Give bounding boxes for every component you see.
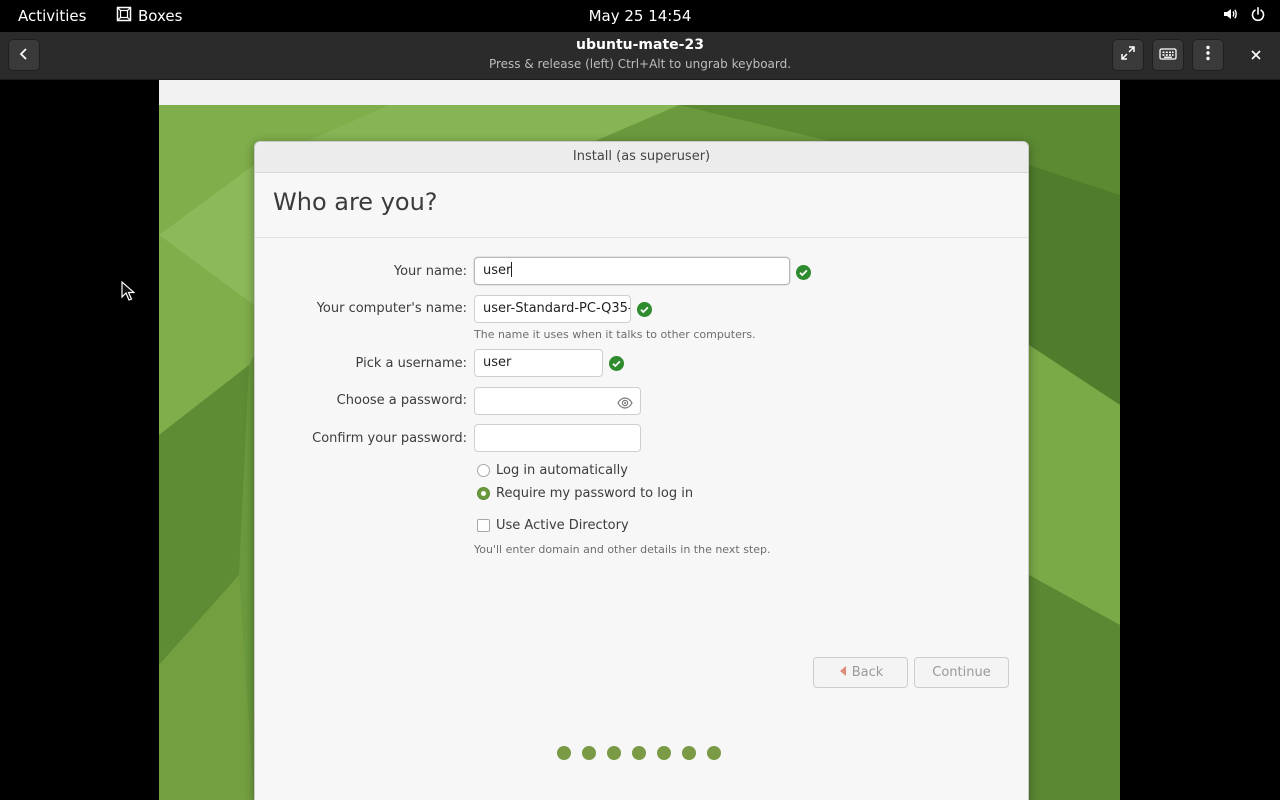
- login-automatically-label: Log in automatically: [496, 463, 628, 478]
- show-password-icon[interactable]: [617, 394, 633, 414]
- app-menu-label: Boxes: [138, 7, 183, 25]
- progress-dot: [632, 746, 646, 760]
- progress-dot: [657, 746, 671, 760]
- progress-dot: [607, 746, 621, 760]
- fullscreen-icon: [1120, 45, 1136, 65]
- confirm-password-label: Confirm your password:: [312, 431, 467, 446]
- check-circle-icon: [796, 265, 811, 280]
- keyboard-grab-hint: Press & release (left) Ctrl+Alt to ungra…: [488, 57, 792, 71]
- radio-button-selected[interactable]: [477, 487, 490, 500]
- require-password-option[interactable]: Require my password to log in: [477, 486, 693, 501]
- installer-dialog: Install (as superuser) Who are you? Your…: [254, 141, 1029, 800]
- login-automatically-option[interactable]: Log in automatically: [477, 463, 628, 478]
- progress-dot: [557, 746, 571, 760]
- back-step-button[interactable]: Back: [813, 657, 908, 688]
- active-directory-checkbox[interactable]: [477, 519, 490, 532]
- divider: [255, 237, 1028, 238]
- check-circle-icon: [637, 302, 652, 317]
- your-name-label: Your name:: [393, 264, 467, 279]
- computer-name-hint: The name it uses when it talks to other …: [474, 328, 756, 341]
- computer-name-input[interactable]: user-Standard-PC-Q35-: [474, 295, 631, 323]
- active-directory-hint: You'll enter domain and other details in…: [474, 543, 771, 556]
- app-menu[interactable]: Boxes: [116, 0, 182, 32]
- your-name-value: user: [483, 263, 512, 278]
- password-input[interactable]: [474, 387, 641, 415]
- username-label: Pick a username:: [355, 356, 467, 371]
- computer-name-value: user-Standard-PC-Q35-: [483, 301, 631, 316]
- send-keys-button[interactable]: [1152, 39, 1184, 71]
- volume-icon[interactable]: [1222, 6, 1238, 26]
- boxes-app-icon: [116, 6, 132, 26]
- menu-button[interactable]: [1192, 39, 1224, 71]
- active-directory-label: Use Active Directory: [496, 518, 629, 533]
- back-step-label: Back: [851, 665, 884, 680]
- keyboard-icon: [1159, 46, 1177, 65]
- back-arrow-icon: [838, 665, 848, 681]
- radio-button[interactable]: [477, 464, 490, 477]
- clock[interactable]: May 25 14:54: [589, 7, 692, 25]
- close-button[interactable]: [1240, 39, 1272, 71]
- require-password-label: Require my password to log in: [496, 486, 694, 501]
- progress-indicator: [557, 746, 721, 760]
- gnome-top-bar: Activities Boxes May 25 14:54: [0, 0, 1280, 32]
- progress-dot: [682, 746, 696, 760]
- guest-top-panel: [159, 80, 1120, 106]
- more-vertical-icon: [1206, 45, 1210, 65]
- activities-button[interactable]: Activities: [18, 0, 86, 32]
- password-label: Choose a password:: [336, 393, 467, 408]
- system-tray[interactable]: [1222, 0, 1266, 32]
- check-circle-icon: [609, 356, 624, 371]
- your-name-input[interactable]: user: [474, 257, 790, 285]
- confirm-password-input[interactable]: [474, 424, 641, 452]
- dialog-title: Install (as superuser): [255, 142, 1028, 173]
- progress-dot: [707, 746, 721, 760]
- computer-name-label: Your computer's name:: [316, 301, 467, 316]
- fullscreen-button[interactable]: [1112, 39, 1144, 71]
- progress-dot: [582, 746, 596, 760]
- continue-label: Continue: [932, 665, 991, 680]
- text-caret: [511, 262, 513, 277]
- continue-button[interactable]: Continue: [914, 657, 1009, 688]
- vm-display[interactable]: Install (as superuser) Who are you? Your…: [159, 80, 1120, 800]
- page-title: Who are you?: [273, 188, 438, 216]
- username-input[interactable]: user: [474, 349, 603, 377]
- mouse-pointer: [121, 280, 136, 305]
- power-icon[interactable]: [1250, 6, 1266, 26]
- vm-title: ubuntu-mate-23: [576, 37, 704, 53]
- close-icon: [1250, 46, 1262, 65]
- active-directory-option[interactable]: Use Active Directory: [477, 518, 629, 533]
- boxes-header-bar: ubuntu-mate-23 Press & release (left) Ct…: [0, 32, 1280, 80]
- username-value: user: [483, 355, 512, 370]
